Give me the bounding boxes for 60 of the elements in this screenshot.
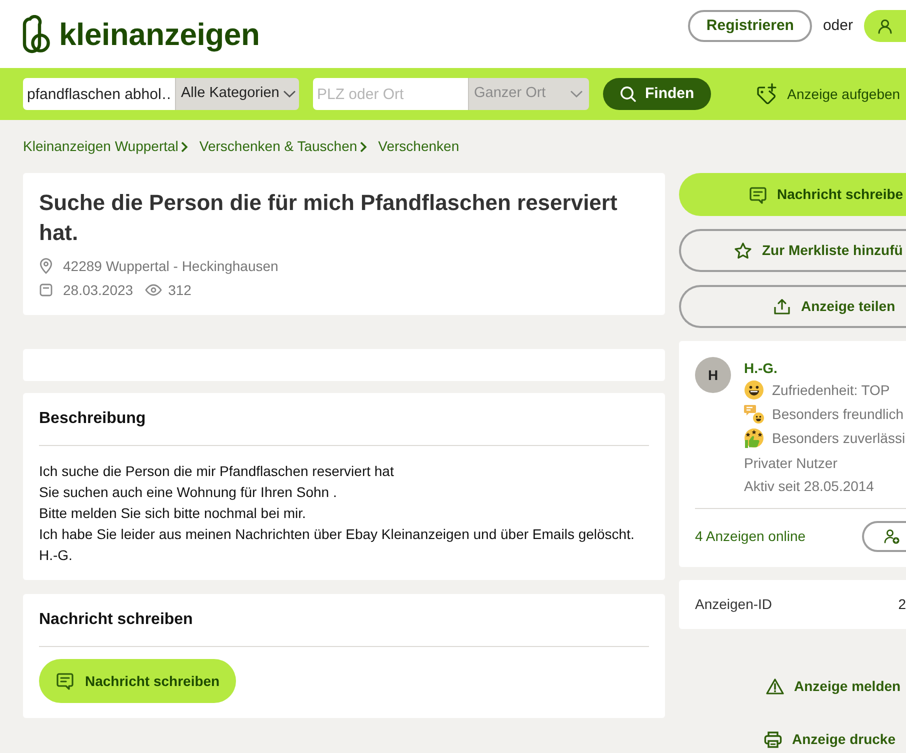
chevron-right-icon xyxy=(359,140,368,152)
category-dropdown[interactable]: Alle Kategorien xyxy=(175,78,299,110)
member-since: Aktiv seit 28.05.2014 xyxy=(744,477,875,496)
tag-plus-icon xyxy=(756,83,778,105)
report-ad-link[interactable]: Anzeige melden xyxy=(679,678,906,695)
register-button[interactable]: Registrieren xyxy=(688,10,812,42)
view-count: 312 xyxy=(168,281,192,300)
description-line: Ich suche die Person die mir Pfandflaschen reserviert hat xyxy=(39,462,395,481)
breadcrumb-link[interactable]: Verschenken xyxy=(378,136,460,157)
breadcrumb-link[interactable]: Kleinanzeigen Wuppertal xyxy=(23,136,178,157)
location-text: 42289 Wuppertal - Heckinghausen xyxy=(63,257,278,276)
description-line: Ich habe Sie leider aus meinen Nachrichten über Ebay Kleinanzeigen und über Emails gelöscht. xyxy=(39,525,636,544)
date-text: 28.03.2023 xyxy=(63,281,134,300)
user-plus-icon xyxy=(884,529,900,544)
message-button[interactable]: Nachricht schreiben xyxy=(39,659,236,703)
rating-badge-text: Besonders freundlich xyxy=(772,405,904,424)
location-field[interactable]: PLZ oder Ort xyxy=(313,78,468,110)
rating-badge-text: Besonders zuverlässi xyxy=(772,429,906,448)
share-icon xyxy=(773,298,791,316)
section-heading: Nachricht schreiben xyxy=(39,610,194,630)
logo-text[interactable]: kleinanzeigen xyxy=(59,18,260,50)
breadcrumb-link[interactable]: Verschenken & Tauschen xyxy=(199,136,358,157)
watchlist-button[interactable]: Zur Merkliste hinzufü xyxy=(679,229,906,272)
chevron-right-icon xyxy=(180,140,188,152)
thumbs-up-stars-icon xyxy=(744,428,764,448)
ad-title: Suche die Person die für mich Pfandflaschen reserviert hat. xyxy=(39,189,618,247)
seller-type: Privater Nutzer xyxy=(744,454,838,473)
print-ad-link[interactable]: Anzeige drucke xyxy=(679,731,906,748)
chat-smiley-icon xyxy=(744,404,764,424)
avatar: H xyxy=(695,357,731,393)
message-button[interactable]: Nachricht schreibe xyxy=(679,173,906,216)
calendar-icon xyxy=(39,283,53,297)
search-icon xyxy=(620,86,636,102)
seller-name[interactable]: H.-G. xyxy=(744,358,906,378)
login-button[interactable] xyxy=(864,10,906,42)
user-icon xyxy=(878,18,892,34)
description-line: H.-G. xyxy=(39,546,74,565)
follow-button[interactable] xyxy=(862,521,906,552)
search-button[interactable]: Finden xyxy=(603,78,712,110)
logo-icon[interactable] xyxy=(22,14,51,54)
or-text: oder xyxy=(822,16,853,36)
ads-online-link[interactable]: 4 Anzeigen online xyxy=(695,526,806,547)
caret-down-icon[interactable] xyxy=(283,90,296,98)
share-button[interactable]: Anzeige teilen xyxy=(679,285,906,328)
description-line: Sie suchen auch eine Wohnung für Ihren Sohn . xyxy=(39,483,338,502)
post-ad-link[interactable]: Anzeige aufgeben xyxy=(756,83,900,105)
ad-id-label: Anzeigen-ID xyxy=(695,595,772,614)
map-pin-icon xyxy=(39,258,53,274)
chat-bubble-icon xyxy=(749,186,767,204)
eye-icon xyxy=(145,284,162,296)
ad-id-value: 2 xyxy=(898,595,906,614)
chat-bubble-icon xyxy=(56,672,74,690)
smiley-icon xyxy=(744,380,764,400)
description-line: Bitte melden Sie sich bitte nochmal bei mir. xyxy=(39,504,307,523)
rating-badge-text: Zufriedenheit: TOP xyxy=(772,381,890,400)
star-icon xyxy=(734,242,752,260)
printer-icon xyxy=(764,731,782,748)
section-heading: Beschreibung xyxy=(39,409,147,429)
warning-icon xyxy=(766,678,784,695)
search-field[interactable]: pfandflaschen abhol… xyxy=(23,78,175,110)
